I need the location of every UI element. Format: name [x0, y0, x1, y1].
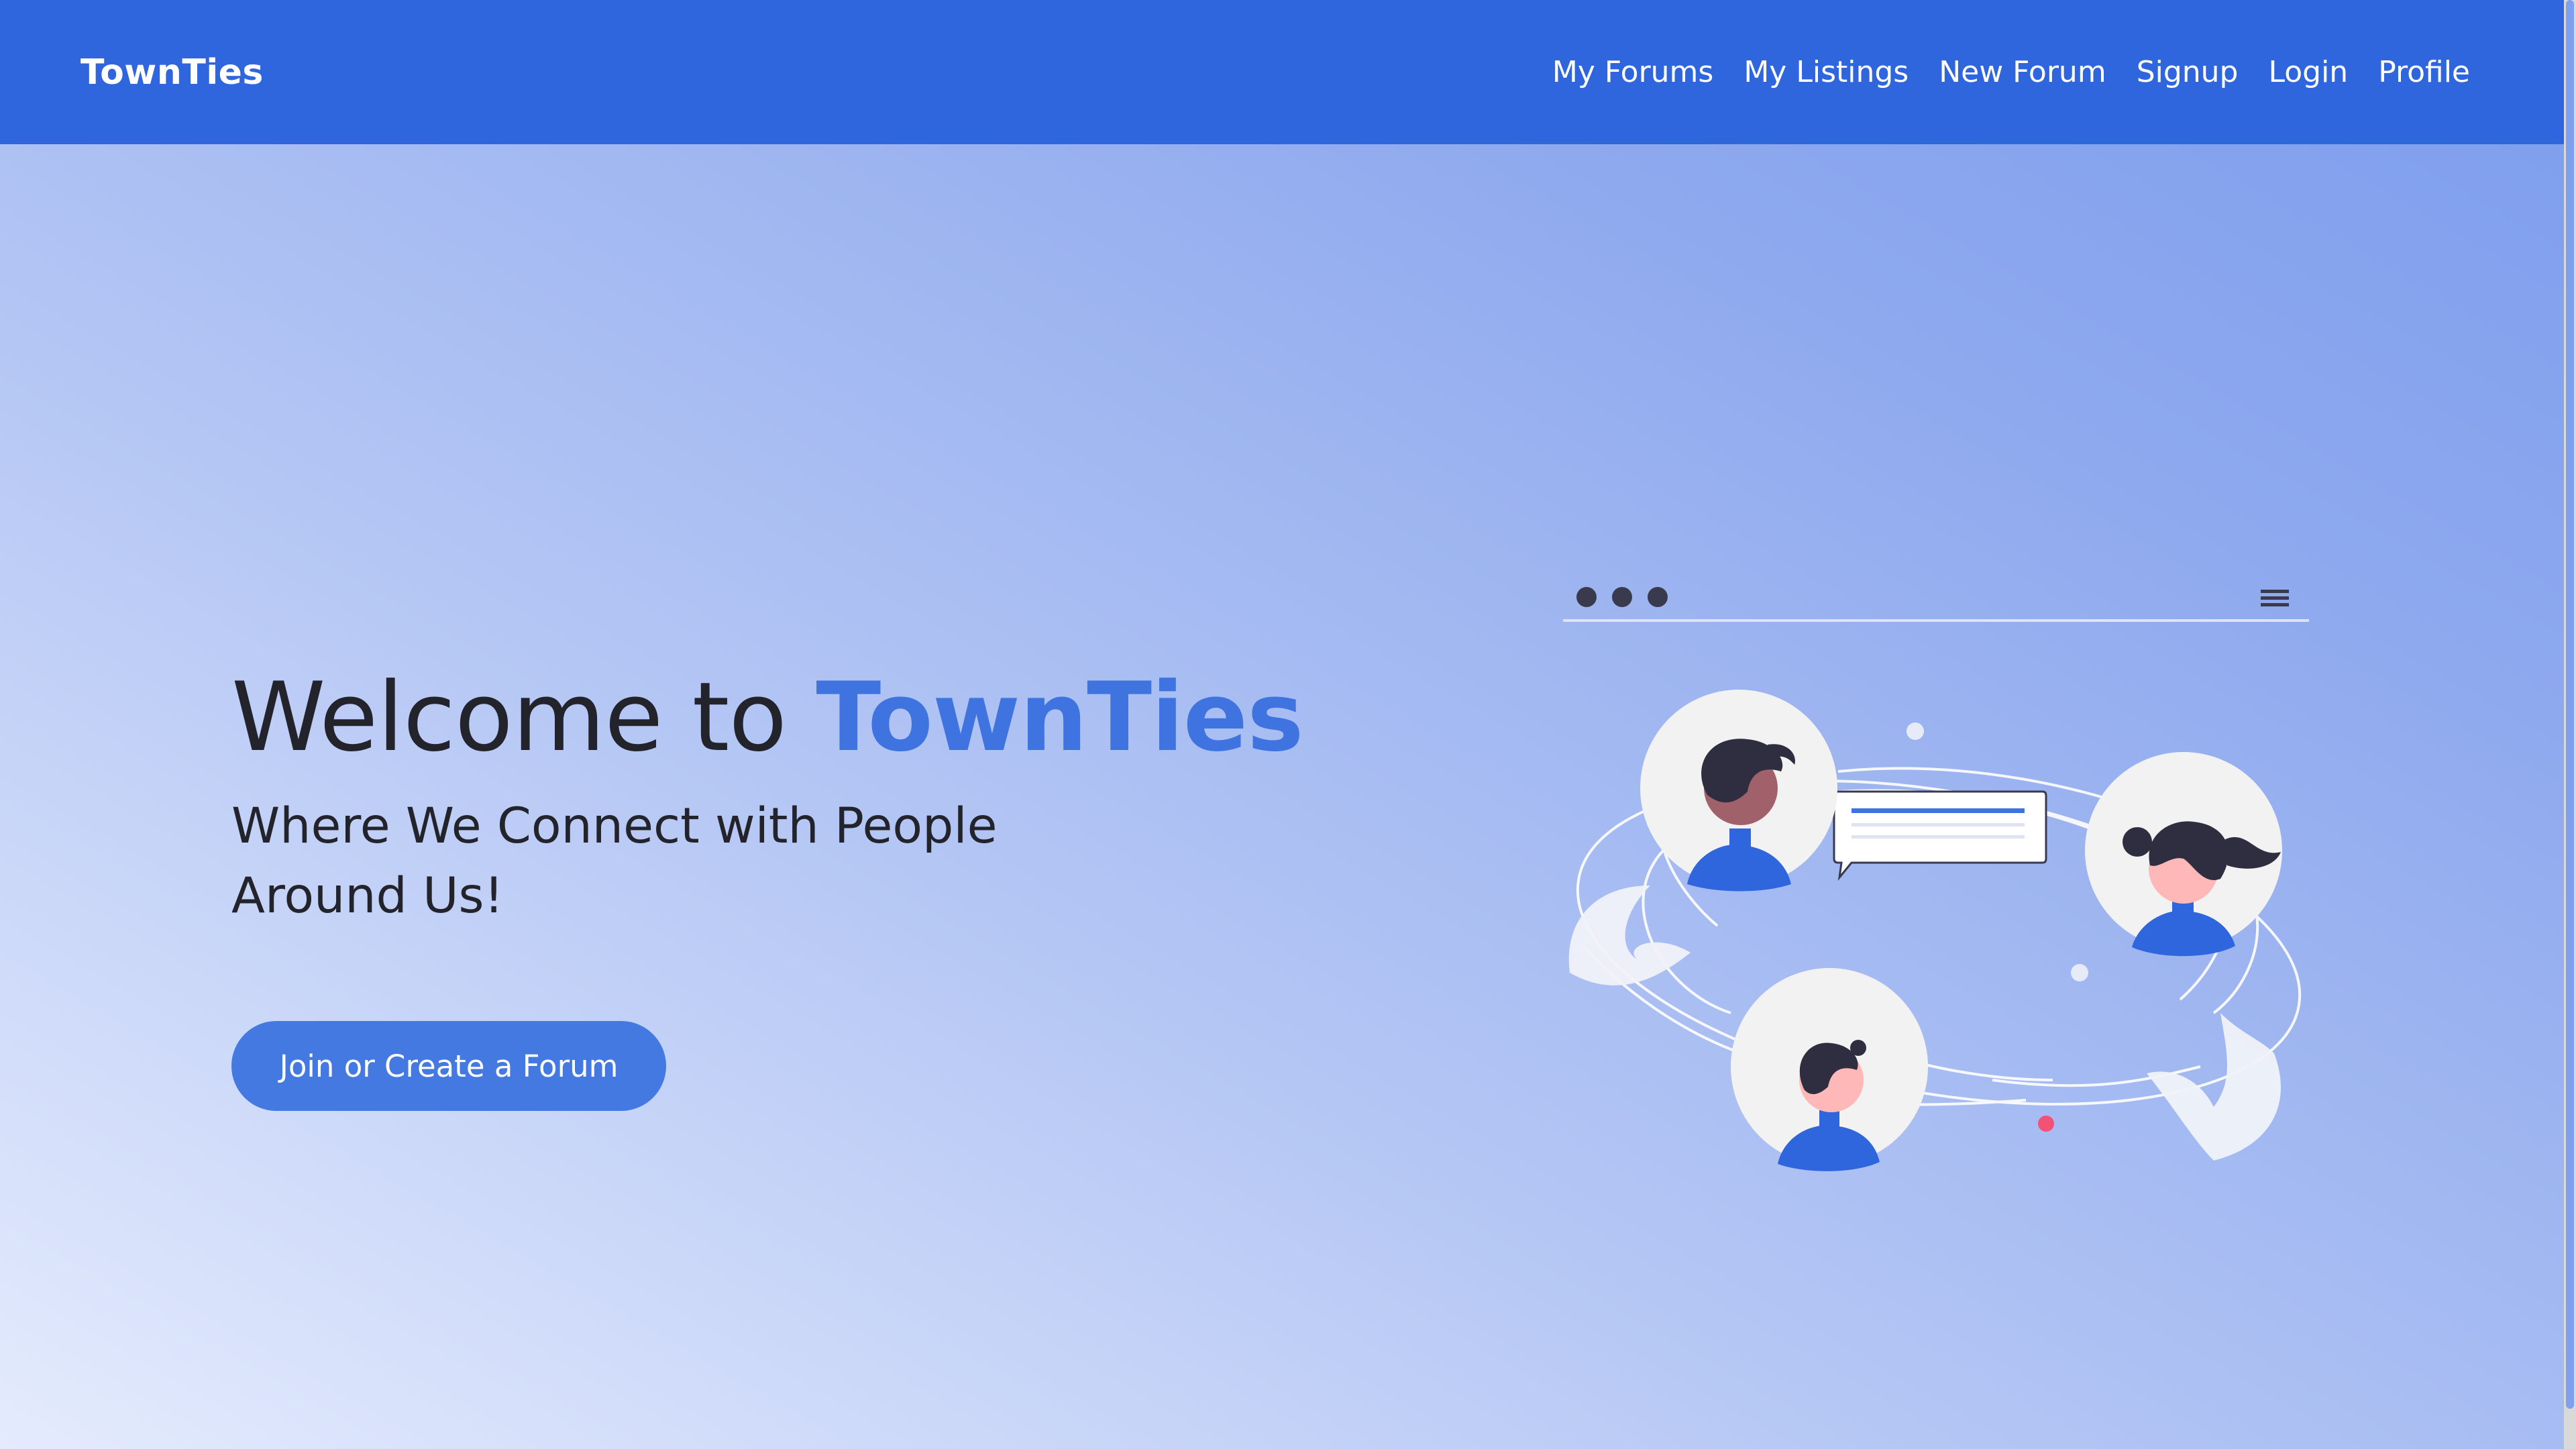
nav-link-login[interactable]: Login	[2268, 55, 2348, 89]
nav-link-new-forum[interactable]: New Forum	[1939, 55, 2106, 89]
hero-title-prefix: Welcome to	[231, 662, 816, 773]
nav-link-my-forums[interactable]: My Forums	[1552, 55, 1713, 89]
hero-title-brand: TownTies	[816, 662, 1303, 773]
avatar-man	[1640, 690, 1837, 892]
chat-bubble-icon	[1833, 790, 2047, 881]
nav-link-profile[interactable]: Profile	[2378, 55, 2470, 89]
hero-text: Welcome to TownTies Where We Connect wit…	[231, 661, 1304, 931]
brand-logo[interactable]: TownTies	[80, 52, 264, 93]
navbar: TownTies My Forums My Listings New Forum…	[0, 0, 2564, 144]
hero-title: Welcome to TownTies	[231, 661, 1304, 775]
avatar-boy	[1731, 968, 1928, 1171]
nav-links: My Forums My Listings New Forum Signup L…	[1552, 55, 2470, 89]
page-scrollbar[interactable]	[2564, 0, 2576, 1449]
scrollbar-thumb[interactable]	[2566, 0, 2574, 1409]
window-dots-icon	[1576, 587, 1668, 607]
hero-subtitle: Where We Connect with People Around Us!	[231, 798, 998, 925]
nav-link-signup[interactable]: Signup	[2137, 55, 2239, 89]
hamburger-menu-icon	[2261, 590, 2289, 606]
avatar-woman	[2085, 752, 2282, 957]
community-illustration	[1563, 587, 2309, 1171]
join-create-forum-button[interactable]: Join or Create a Forum	[231, 1021, 666, 1111]
nav-link-my-listings[interactable]: My Listings	[1743, 55, 1909, 89]
